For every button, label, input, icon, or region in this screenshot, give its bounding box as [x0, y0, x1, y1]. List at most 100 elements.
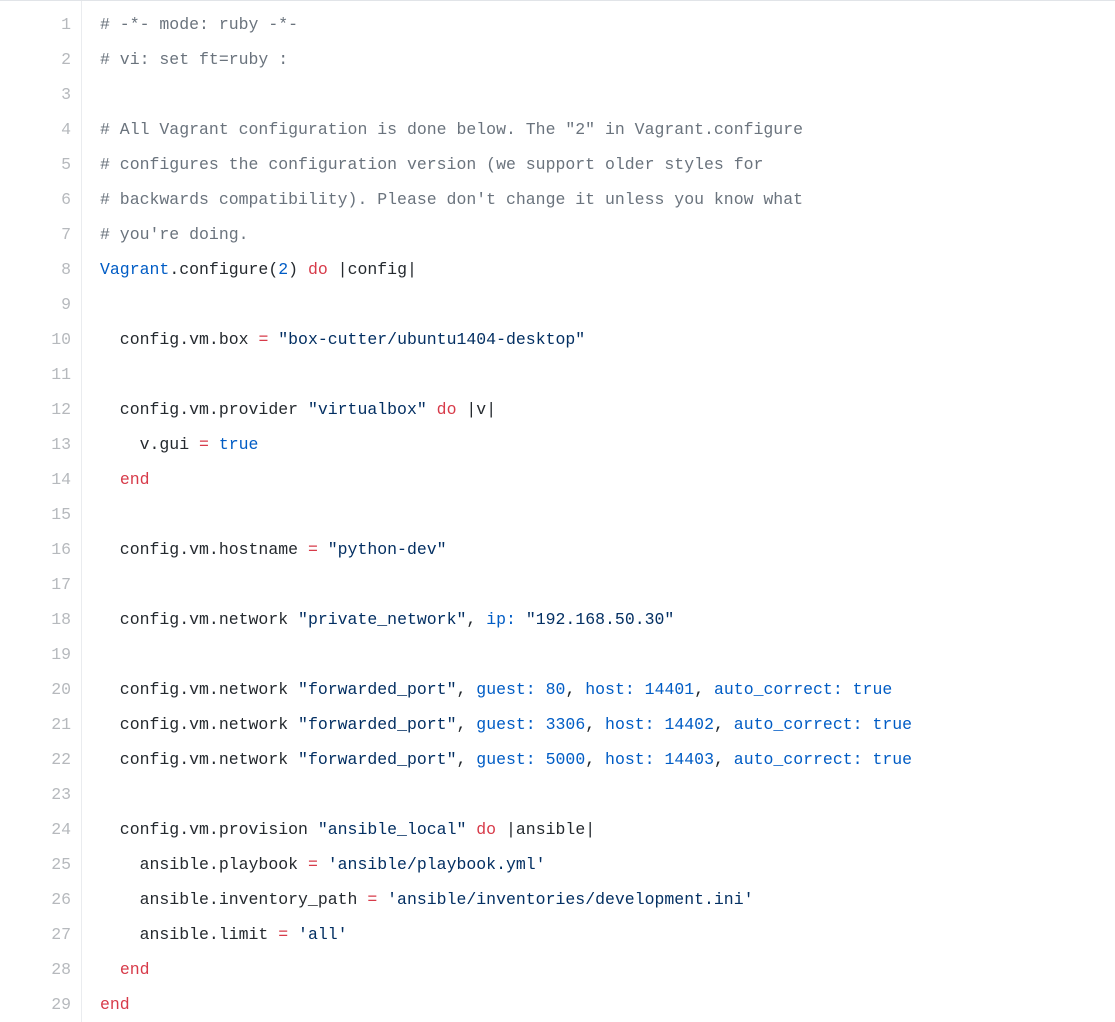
code-line: ansible.playbook = 'ansible/playbook.yml… — [100, 847, 1115, 882]
code-line: v.gui = true — [100, 427, 1115, 462]
token-nm: , — [585, 750, 605, 769]
token-kw: do — [437, 400, 457, 419]
code-content[interactable]: # -*- mode: ruby -*- # vi: set ft=ruby : #… — [82, 1, 1115, 1022]
token-nm: , — [456, 750, 476, 769]
token-s: 'all' — [298, 925, 348, 944]
token-s: "192.168.50.30" — [526, 610, 675, 629]
line-number: 24 — [0, 812, 71, 847]
code-line: ansible.limit = 'all' — [100, 917, 1115, 952]
token-nm: , — [714, 715, 734, 734]
code-line — [100, 777, 1115, 812]
code-line: config.vm.network "forwarded_port", gues… — [100, 672, 1115, 707]
token-nm — [536, 715, 546, 734]
code-line: config.vm.network "private_network", ip:… — [100, 602, 1115, 637]
token-fn: true — [219, 435, 259, 454]
line-number: 17 — [0, 567, 71, 602]
token-s: "python-dev" — [328, 540, 447, 559]
token-fn: 3306 — [546, 715, 586, 734]
token-nm: , — [714, 750, 734, 769]
token-kw: end — [100, 995, 130, 1014]
line-number: 3 — [0, 77, 71, 112]
code-line: # -*- mode: ruby -*- — [100, 7, 1115, 42]
line-number: 18 — [0, 602, 71, 637]
token-nm — [843, 680, 853, 699]
token-nm: config — [348, 260, 407, 279]
token-c: # you're doing. — [100, 225, 249, 244]
line-number: 2 — [0, 42, 71, 77]
token-nm: | — [328, 260, 348, 279]
token-s: 'ansible/playbook.yml' — [328, 855, 546, 874]
code-line: config.vm.hostname = "python-dev" — [100, 532, 1115, 567]
line-number: 4 — [0, 112, 71, 147]
token-kw: do — [476, 820, 496, 839]
token-kw: = — [367, 890, 377, 909]
token-fn: guest: — [476, 680, 535, 699]
token-nm: config.vm.network — [100, 610, 298, 629]
line-number: 21 — [0, 707, 71, 742]
token-nm: ansible.limit — [100, 925, 278, 944]
token-nm: .configure( — [169, 260, 278, 279]
token-fn: host: — [605, 715, 655, 734]
line-number: 15 — [0, 497, 71, 532]
token-kw: = — [258, 330, 268, 349]
token-c: # All Vagrant configuration is done belo… — [100, 120, 803, 139]
code-line: # backwards compatibility). Please don't… — [100, 182, 1115, 217]
token-nm: v.gui — [100, 435, 199, 454]
line-number: 6 — [0, 182, 71, 217]
token-nm — [466, 820, 476, 839]
token-fn: auto_correct: — [734, 715, 863, 734]
line-number: 29 — [0, 987, 71, 1022]
token-fn: host: — [605, 750, 655, 769]
token-nm — [655, 715, 665, 734]
token-c: # vi: set ft=ruby : — [100, 50, 288, 69]
token-nm: | — [486, 400, 496, 419]
line-number: 12 — [0, 392, 71, 427]
token-nm: config.vm.network — [100, 750, 298, 769]
token-nm — [655, 750, 665, 769]
token-s: "ansible_local" — [318, 820, 467, 839]
token-s: "virtualbox" — [308, 400, 427, 419]
code-line: end — [100, 462, 1115, 497]
token-fn: 80 — [546, 680, 566, 699]
token-fn: true — [872, 750, 912, 769]
line-number: 1 — [0, 7, 71, 42]
code-line — [100, 287, 1115, 322]
token-nm: config.vm.network — [100, 715, 298, 734]
token-fn: host: — [585, 680, 635, 699]
token-nm — [516, 610, 526, 629]
token-kw: end — [120, 470, 150, 489]
code-line — [100, 357, 1115, 392]
token-fn: guest: — [476, 750, 535, 769]
token-c: # backwards compatibility). Please don't… — [100, 190, 803, 209]
code-line: # vi: set ft=ruby : — [100, 42, 1115, 77]
token-nm: , — [456, 715, 476, 734]
token-nm: config.vm.network — [100, 680, 298, 699]
line-number: 28 — [0, 952, 71, 987]
line-number: 5 — [0, 147, 71, 182]
code-line — [100, 77, 1115, 112]
token-nm — [635, 680, 645, 699]
code-viewer: 1234567891011121314151617181920212223242… — [0, 0, 1115, 1022]
token-fn: auto_correct: — [734, 750, 863, 769]
token-nm — [863, 750, 873, 769]
line-number: 16 — [0, 532, 71, 567]
code-line — [100, 497, 1115, 532]
token-fn: 14403 — [664, 750, 714, 769]
token-nm: config.vm.hostname — [100, 540, 308, 559]
token-kw: = — [308, 855, 318, 874]
token-fn: auto_correct: — [714, 680, 843, 699]
token-kw: = — [199, 435, 209, 454]
token-fn: true — [853, 680, 893, 699]
token-nm — [427, 400, 437, 419]
line-number: 9 — [0, 287, 71, 322]
token-fn: 2 — [278, 260, 288, 279]
token-nm — [536, 750, 546, 769]
code-line: # you're doing. — [100, 217, 1115, 252]
line-number: 22 — [0, 742, 71, 777]
line-number: 20 — [0, 672, 71, 707]
token-nm: | — [407, 260, 417, 279]
line-number: 25 — [0, 847, 71, 882]
token-s: "box-cutter/ubuntu1404-desktop" — [278, 330, 585, 349]
line-number: 8 — [0, 252, 71, 287]
token-s: "private_network" — [298, 610, 466, 629]
